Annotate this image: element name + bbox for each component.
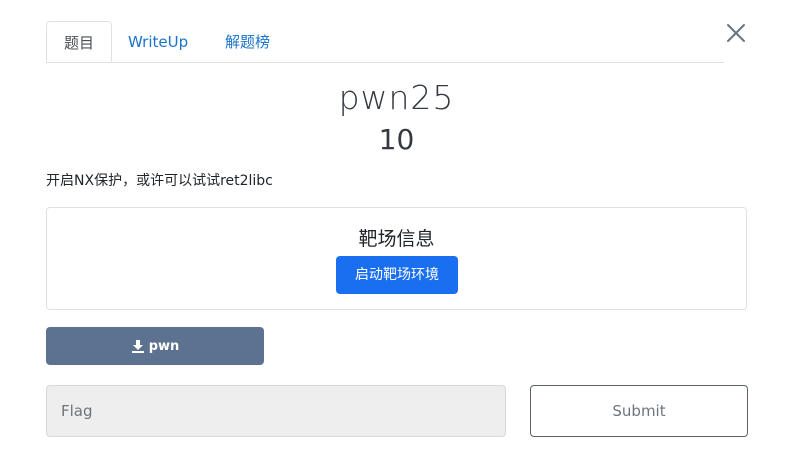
range-info-panel: 靶场信息 启动靶场环境 [46,207,747,310]
tab-challenge[interactable]: 题目 [46,21,112,62]
challenge-description: 开启NX保护，或许可以试试ret2libc [46,173,273,189]
submit-button[interactable]: Submit [530,385,748,437]
download-file-label: pwn [148,338,180,354]
tab-solves[interactable]: 解题榜 [225,21,275,62]
tab-writeup[interactable]: WriteUp [128,21,220,62]
range-info-title: 靶场信息 [358,228,435,250]
close-button[interactable] [725,22,747,44]
flag-input[interactable] [46,385,506,437]
download-icon [131,340,144,353]
start-range-button[interactable]: 启动靶场环境 [336,256,458,294]
challenge-title: pwn25 [338,78,455,117]
close-icon [727,24,745,42]
download-file-button[interactable]: pwn [46,327,264,365]
challenge-modal: 题目 WriteUp 解题榜 pwn25 10 开启NX保护，或许可以试试ret… [0,0,793,457]
challenge-points: 10 [378,123,415,156]
tab-bar: 题目 WriteUp 解题榜 [46,21,724,63]
